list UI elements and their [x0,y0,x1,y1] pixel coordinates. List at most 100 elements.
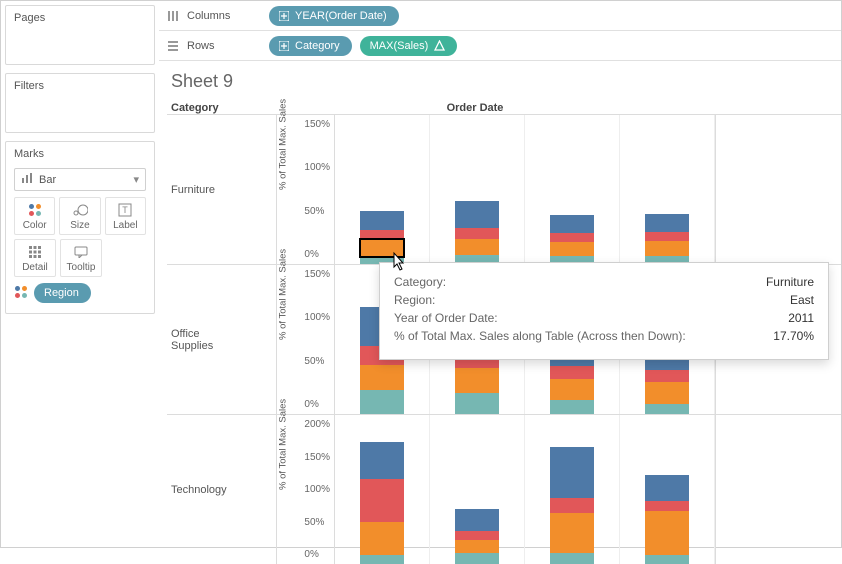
bar-segment-west[interactable] [360,211,404,230]
bar-segment-south[interactable] [550,498,594,513]
plot-area [335,415,716,564]
bar-segment-south[interactable] [455,531,499,540]
marks-label: Marks [14,148,146,160]
expand-icon [279,11,289,21]
svg-text:T: T [123,205,129,215]
row-label[interactable]: Furniture [167,115,277,264]
tooltip-category-key: Category: [394,275,446,289]
y-axis[interactable]: % of Total Max. Sales150%100%50%0% [277,265,335,414]
bar-segment-east[interactable] [550,379,594,400]
tooltip: Category:Furniture Region:East Year of O… [379,262,829,360]
bar-segment-west[interactable] [550,447,594,498]
bar-segment-west[interactable] [645,214,689,232]
bar-segment-south[interactable] [550,366,594,379]
bar-segment-east[interactable] [455,239,499,256]
chart-row-furniture: Furniture% of Total Max. Sales150%100%50… [167,114,841,264]
rows-shelf[interactable]: Rows Category MAX(Sales) [159,31,841,61]
tooltip-region-val: East [790,293,814,307]
bar-segment-south[interactable] [360,230,404,240]
color-shelf-icon [14,285,28,302]
color-icon [28,202,42,218]
bar-column [430,115,525,264]
rows-maxsales-pill[interactable]: MAX(Sales) [360,36,458,56]
bar-segment-central[interactable] [550,400,594,414]
marks-label-button[interactable]: T Label [105,197,146,235]
region-pill-label: Region [44,287,79,299]
sheet-title[interactable]: Sheet 9 [171,71,841,92]
row-label[interactable]: Technology [167,415,277,564]
bar-segment-central[interactable] [455,553,499,564]
bar-segment-central[interactable] [360,555,404,564]
y-axis[interactable]: % of Total Max. Sales200%150%100%50%0% [277,415,335,564]
bar-segment-central[interactable] [645,555,689,564]
bar-segment-east[interactable] [455,368,499,392]
marks-color-button[interactable]: Color [14,197,55,235]
expand-icon [279,41,289,51]
filters-shelf[interactable]: Filters [5,73,155,133]
bar-segment-east[interactable] [360,522,404,555]
bar-segment-east[interactable] [455,540,499,553]
row-label[interactable]: OfficeSupplies [167,265,277,414]
bar-column [620,115,715,264]
pages-shelf[interactable]: Pages [5,5,155,65]
tooltip-year-key: Year of Order Date: [394,311,498,325]
bar-segment-south[interactable] [645,232,689,241]
bar-segment-central[interactable] [550,553,594,564]
stacked-bar[interactable] [550,215,594,264]
region-pill[interactable]: Region [34,283,91,303]
stacked-bar[interactable] [550,447,594,564]
marks-tooltip-label: Tooltip [67,262,96,273]
bar-segment-east[interactable] [645,511,689,555]
tooltip-pct-key: % of Total Max. Sales along Table (Acros… [394,329,686,343]
stacked-bar[interactable] [455,201,499,264]
bar-segment-east[interactable] [360,239,404,256]
bar-segment-east[interactable] [360,365,404,389]
tooltip-year-val: 2011 [788,311,814,325]
pages-label: Pages [14,12,146,24]
bar-segment-west[interactable] [550,215,594,233]
marks-detail-button[interactable]: Detail [14,239,56,277]
bar-segment-east[interactable] [550,242,594,257]
filters-label: Filters [14,80,146,92]
rows-category-pill[interactable]: Category [269,36,352,56]
bar-segment-west[interactable] [645,475,689,501]
columns-year-pill[interactable]: YEAR(Order Date) [269,6,399,26]
marks-type-dropdown[interactable]: Bar ▾ [14,168,146,191]
bar-segment-south[interactable] [645,370,689,382]
bar-segment-south[interactable] [360,479,404,523]
plot-area [335,115,716,264]
bar-segment-east[interactable] [550,513,594,553]
bar-segment-east[interactable] [645,382,689,404]
bar-segment-west[interactable] [360,442,404,479]
columns-shelf[interactable]: Columns YEAR(Order Date) [159,1,841,31]
bar-segment-south[interactable] [645,501,689,512]
bar-segment-central[interactable] [360,390,404,414]
bar-segment-central[interactable] [455,393,499,414]
y-axis[interactable]: % of Total Max. Sales150%100%50%0% [277,115,335,264]
bar-segment-south[interactable] [550,233,594,242]
bar-segment-east[interactable] [645,241,689,257]
marks-type-value: Bar [39,174,56,186]
table-calc-icon [434,40,445,51]
stacked-bar[interactable] [360,211,404,265]
size-icon [72,202,88,218]
y-axis-title: % of Total Max. Sales [278,398,289,489]
stacked-bar[interactable] [455,509,499,564]
rows-category-label: Category [295,40,340,52]
rows-maxsales-label: MAX(Sales) [370,40,429,52]
rows-icon [167,40,181,52]
stacked-bar[interactable] [360,442,404,564]
marks-tooltip-button[interactable]: Tooltip [60,239,102,277]
bar-segment-west[interactable] [455,201,499,228]
stacked-bar[interactable] [645,475,689,564]
marks-size-button[interactable]: Size [59,197,100,235]
bar-segment-central[interactable] [645,404,689,414]
bar-segment-west[interactable] [455,509,499,531]
bar-column [525,415,620,564]
stacked-bar[interactable] [645,214,689,264]
columns-icon [167,10,181,22]
chart-row-technology: Technology% of Total Max. Sales200%150%1… [167,414,841,564]
bar-column [335,115,430,264]
bar-column [430,415,525,564]
bar-segment-south[interactable] [455,228,499,239]
